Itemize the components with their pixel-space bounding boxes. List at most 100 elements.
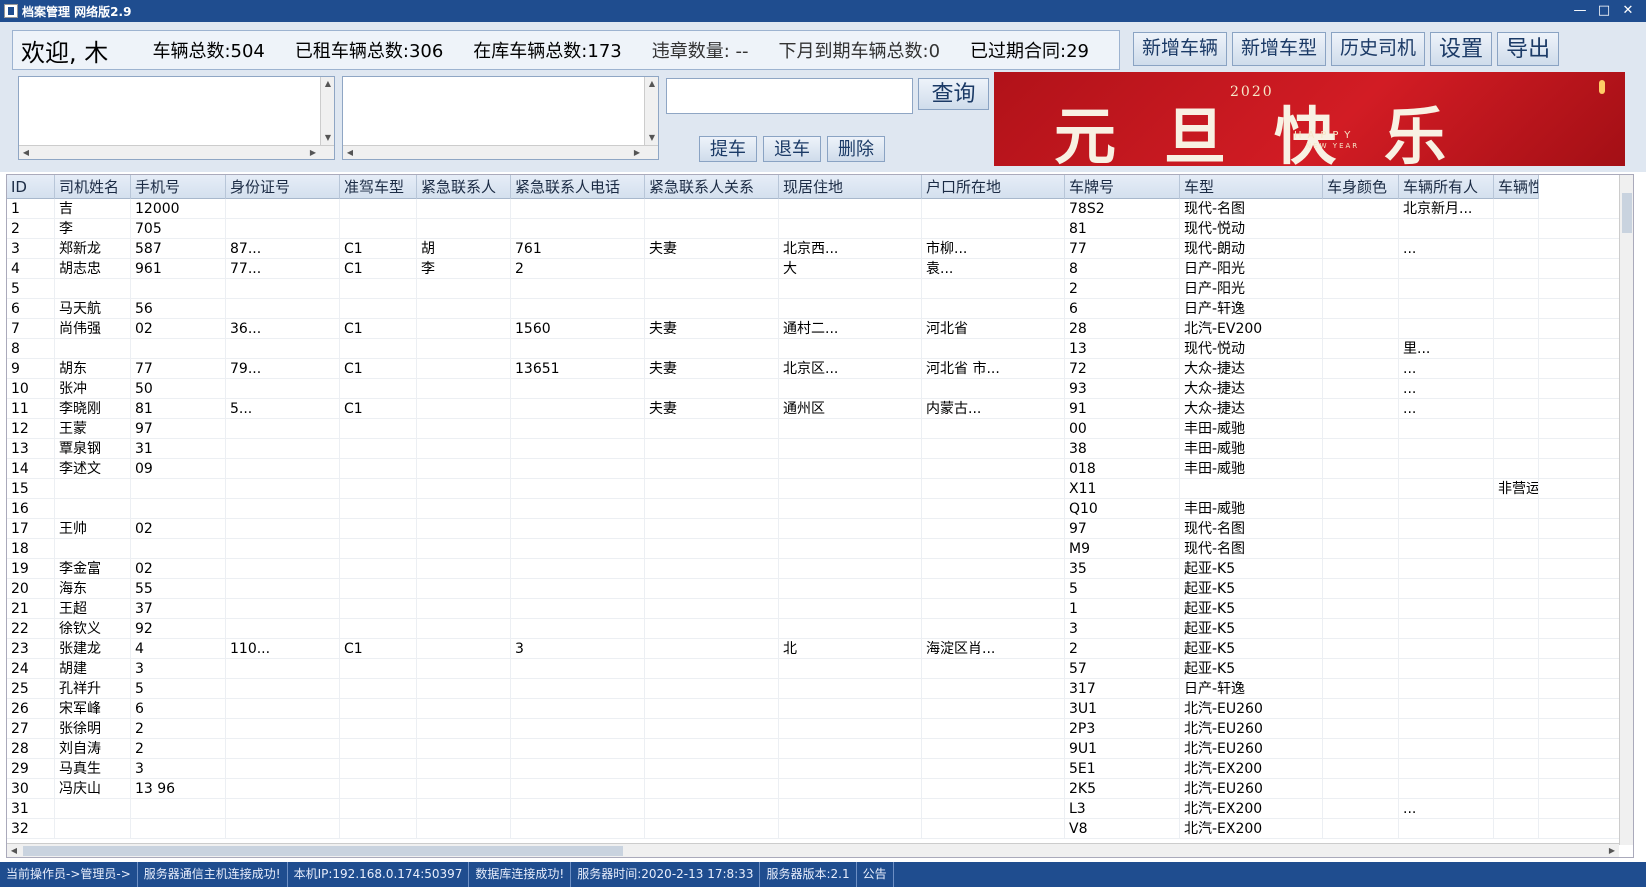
table-row[interactable]: 24 胡建 3 57 起亚-K5 xyxy=(7,659,1619,679)
add-model-button[interactable]: 新增车型 xyxy=(1232,32,1327,66)
table-cell-license xyxy=(340,499,417,519)
table-cell-ec xyxy=(417,799,511,819)
column-header[interactable]: 车辆性 xyxy=(1494,175,1539,199)
table-cell-phone xyxy=(131,819,226,839)
add-vehicle-button[interactable]: 新增车辆 xyxy=(1133,32,1228,66)
column-header[interactable]: 户口所在地 xyxy=(922,175,1065,199)
table-hscroll[interactable]: ◀ ▶ xyxy=(7,843,1619,857)
table-row[interactable]: 2 李 705 81 现代-悦动 xyxy=(7,219,1619,239)
table-cell-ecphone: 1560 xyxy=(511,319,645,339)
column-header[interactable]: 紧急联系人电话 xyxy=(511,175,645,199)
table-row[interactable]: 10 张冲 50 93 大众-捷达... xyxy=(7,379,1619,399)
column-header[interactable]: 紧急联系人 xyxy=(417,175,511,199)
table-row[interactable]: 14 李述文 09 018 丰田-威驰 xyxy=(7,459,1619,479)
scroll-up-icon[interactable]: ▲ xyxy=(645,77,659,91)
column-header[interactable]: 司机姓名 xyxy=(55,175,131,199)
column-header[interactable]: 车身颜色 xyxy=(1323,175,1399,199)
status-local-ip: 本机IP:192.168.0.174:50397 xyxy=(288,862,470,887)
column-header[interactable]: 现居住地 xyxy=(779,175,922,199)
query-button[interactable]: 查询 xyxy=(918,78,989,110)
status-bar: 当前操作员->管理员-> 服务器通信主机连接成功! 本机IP:192.168.0… xyxy=(0,862,1646,887)
column-header[interactable]: 车牌号 xyxy=(1065,175,1180,199)
table-cell-ecphone xyxy=(511,439,645,459)
table-cell-id: 25 xyxy=(7,679,55,699)
table-row[interactable]: 11 李晓刚 81 5... C1 夫妻 通州区 内蒙古... 91 大众-捷达... xyxy=(7,399,1619,419)
table-row[interactable]: 13 覃泉钢 31 38 丰田-威驰 xyxy=(7,439,1619,459)
table-row[interactable]: 1 吉 12000 78S2 现代-名图 北京新月... xyxy=(7,199,1619,219)
table-row[interactable]: 3 郑新龙 587 87... C1 胡 761 夫妻 北京西... 市柳... 77 现代-朗动..… xyxy=(7,239,1619,259)
table-row[interactable]: 9 胡东 77 79... C1 13651 夫妻 北京区... 河北省 市... 72 大众-捷达… xyxy=(7,359,1619,379)
table-row[interactable]: 17 王帅 02 97 现代-名图 xyxy=(7,519,1619,539)
settings-button[interactable]: 设置 xyxy=(1430,32,1493,66)
search-input[interactable] xyxy=(666,78,913,114)
scroll-left-icon[interactable]: ◀ xyxy=(7,844,21,857)
table-row[interactable]: 19 李金富 02 35 起亚-K5 xyxy=(7,559,1619,579)
table-row[interactable]: 4 胡志忠 961 77... C1 李 2 大袁... 8 日产-阳光 xyxy=(7,259,1619,279)
filter-list-1-hscroll[interactable]: ◀ ▶ xyxy=(19,145,334,159)
table-cell-license xyxy=(340,819,417,839)
delete-button[interactable]: 删除 xyxy=(827,136,885,162)
table-row[interactable]: 26 宋军峰 6 3U1 北汽-EU260 xyxy=(7,699,1619,719)
table-cell-owner xyxy=(1399,519,1494,539)
table-row[interactable]: 28 刘自涛 2 9U1 北汽-EU260 xyxy=(7,739,1619,759)
table-cell-id: 8 xyxy=(7,339,55,359)
filter-list-2[interactable]: ▲ ▼ ◀ ▶ xyxy=(342,76,659,160)
scroll-up-icon[interactable]: ▲ xyxy=(321,77,335,91)
scroll-down-icon[interactable]: ▼ xyxy=(321,131,335,145)
minimize-button[interactable]: — xyxy=(1568,0,1592,22)
table-vscroll[interactable] xyxy=(1619,175,1633,845)
export-button[interactable]: 导出 xyxy=(1497,32,1560,66)
table-row[interactable]: 8 13 现代-悦动 里... xyxy=(7,339,1619,359)
table-row[interactable]: 12 王蒙 97 00 丰田-威驰 xyxy=(7,419,1619,439)
table-row[interactable]: 18 M9 现代-名图 xyxy=(7,539,1619,559)
scroll-right-icon[interactable]: ▶ xyxy=(1605,844,1619,857)
return-button[interactable]: 退车 xyxy=(763,136,821,162)
pickup-button[interactable]: 提车 xyxy=(699,136,757,162)
table-row[interactable]: 20 海东 55 5 起亚-K5 xyxy=(7,579,1619,599)
table-row[interactable]: 7 尚伟强 02 36... C1 1560 夫妻 通村二... 河北省 28 北汽-EV200 xyxy=(7,319,1619,339)
table-row[interactable]: 5 2 日产-阳光 xyxy=(7,279,1619,299)
filter-list-2-hscroll[interactable]: ◀ ▶ xyxy=(343,145,658,159)
scroll-left-icon[interactable]: ◀ xyxy=(19,146,33,160)
table-cell-ecphone xyxy=(511,799,645,819)
table-vscroll-thumb[interactable] xyxy=(1622,193,1632,233)
table-cell-idcard xyxy=(226,439,340,459)
column-header[interactable]: 紧急联系人关系 xyxy=(645,175,779,199)
table-row[interactable]: 22 徐钦义 92 3 起亚-K5 xyxy=(7,619,1619,639)
scroll-right-icon[interactable]: ▶ xyxy=(630,146,644,160)
scroll-left-icon[interactable]: ◀ xyxy=(343,146,357,160)
table-cell-color xyxy=(1323,579,1399,599)
table-row[interactable]: 16 Q10 丰田-威驰 xyxy=(7,499,1619,519)
column-header[interactable]: ID xyxy=(7,175,55,199)
column-header[interactable]: 身份证号 xyxy=(226,175,340,199)
history-drivers-button[interactable]: 历史司机 xyxy=(1331,32,1426,66)
table-cell-addr: 通州区 xyxy=(779,399,922,419)
table-row[interactable]: 31 L3 北汽-EX200... xyxy=(7,799,1619,819)
table-row[interactable]: 30 冯庆山 13 96 2K5 北汽-EU260 xyxy=(7,779,1619,799)
table-row[interactable]: 27 张徐明 2 2P3 北汽-EU260 xyxy=(7,719,1619,739)
table-row[interactable]: 25 孔祥升 5 317 日产-轩逸 xyxy=(7,679,1619,699)
scroll-down-icon[interactable]: ▼ xyxy=(645,131,659,145)
table-row[interactable]: 6 马天航 56 6 日产-轩逸 xyxy=(7,299,1619,319)
table-row[interactable]: 21 王超 37 1 起亚-K5 xyxy=(7,599,1619,619)
table-hscroll-thumb[interactable] xyxy=(23,846,623,856)
table-cell-hukou xyxy=(922,299,1065,319)
maximize-button[interactable]: □ xyxy=(1592,0,1616,22)
column-header[interactable]: 车型 xyxy=(1180,175,1323,199)
scroll-right-icon[interactable]: ▶ xyxy=(306,146,320,160)
status-notice[interactable]: 公告 xyxy=(857,862,894,887)
table-cell-license xyxy=(340,279,417,299)
table-cell-license xyxy=(340,439,417,459)
filter-list-1[interactable]: ▲ ▼ ◀ ▶ xyxy=(18,76,335,160)
table-row[interactable]: 29 马真生 3 5E1 北汽-EX200 xyxy=(7,759,1619,779)
table-row[interactable]: 15 X11 非营运 xyxy=(7,479,1619,499)
column-header[interactable]: 准驾车型 xyxy=(340,175,417,199)
table-row[interactable]: 32 V8 北汽-EX200 xyxy=(7,819,1619,839)
table-row[interactable]: 23 张建龙 4 110... C1 3 北海淀区肖... 2 起亚-K5 xyxy=(7,639,1619,659)
column-header[interactable]: 手机号 xyxy=(131,175,226,199)
column-header[interactable]: 车辆所有人 xyxy=(1399,175,1494,199)
close-button[interactable]: ✕ xyxy=(1616,0,1640,22)
table-cell-ec xyxy=(417,759,511,779)
table-cell-name: 马天航 xyxy=(55,299,131,319)
table-cell-phone: 587 xyxy=(131,239,226,259)
